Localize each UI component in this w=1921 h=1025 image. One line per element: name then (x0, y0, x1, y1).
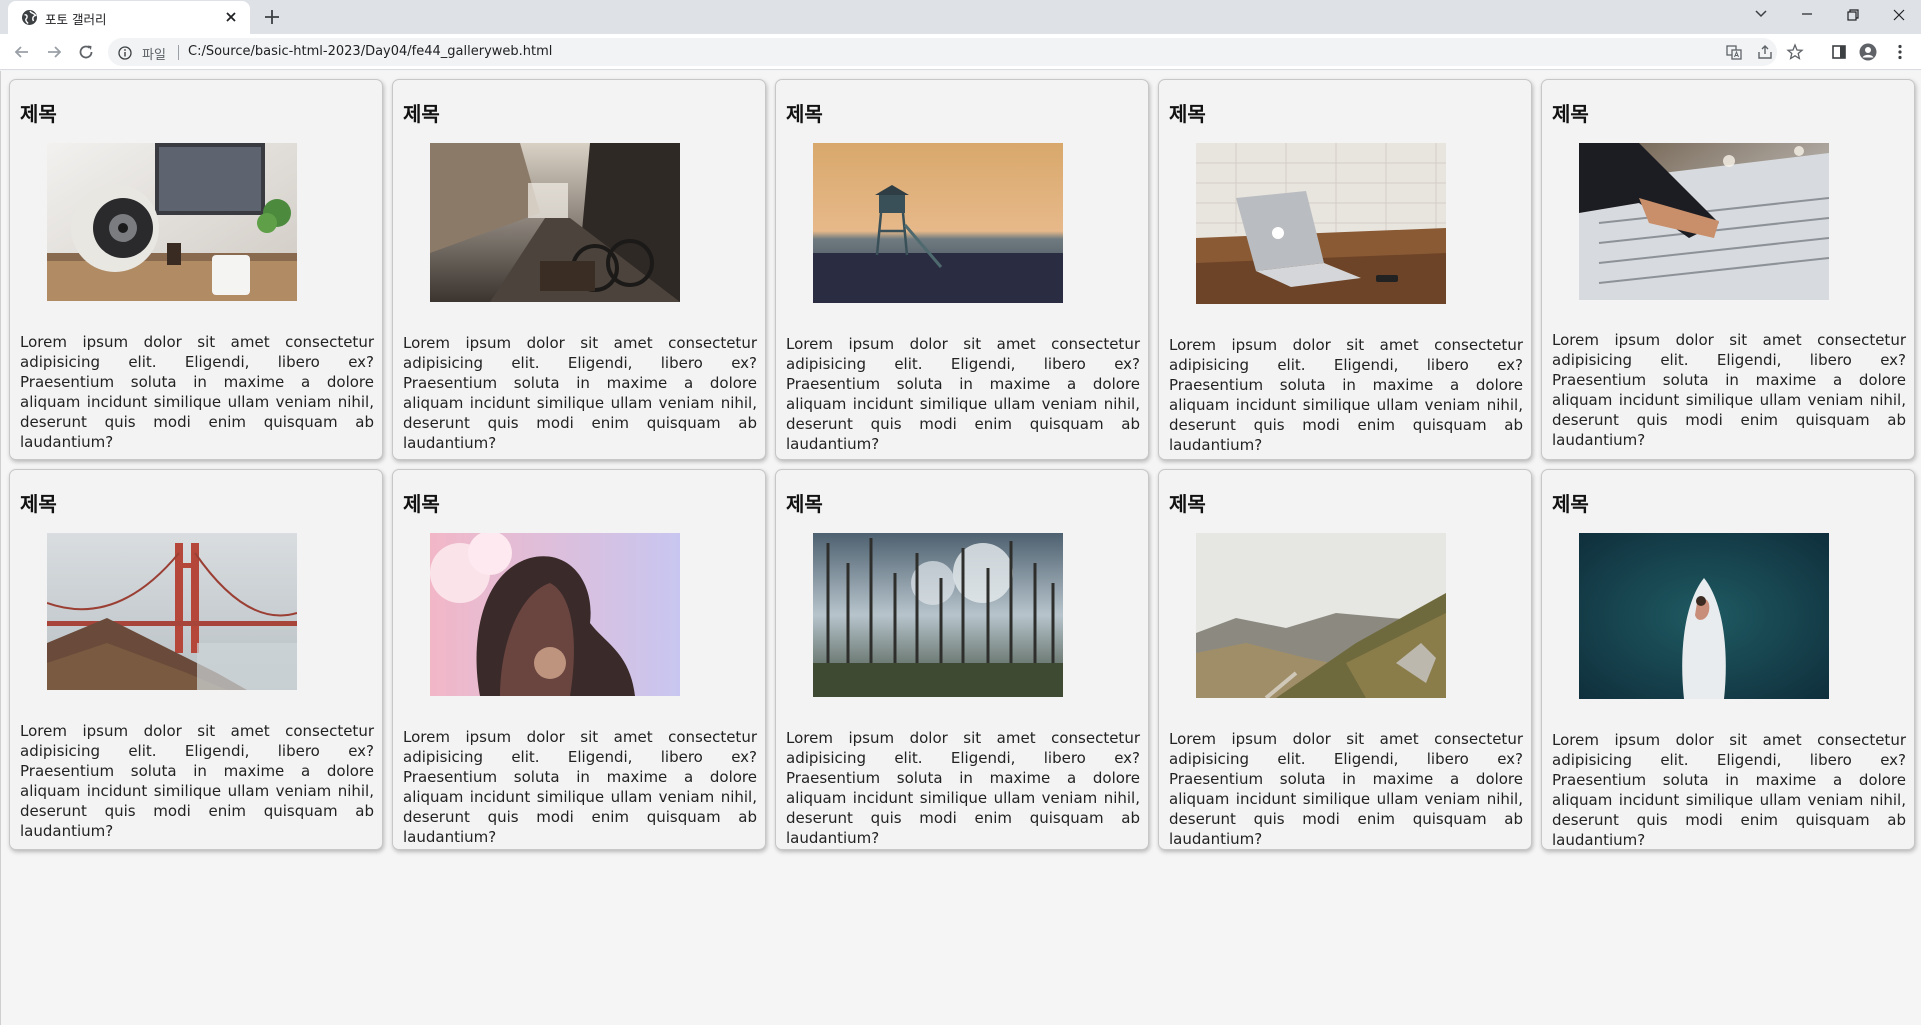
url-separator (178, 45, 179, 60)
minimize-icon[interactable] (1784, 2, 1828, 28)
card-description: Lorem ipsum dolor sit amet consectetur a… (20, 333, 374, 451)
card-description: Lorem ipsum dolor sit amet consectetur a… (1169, 336, 1523, 454)
new-tab-plus-icon[interactable] (262, 7, 282, 27)
gallery-card: 제목 Lorem ipsum dolor sit amet consectetu… (1158, 469, 1532, 850)
tab-title: 포토 갤러리 (45, 12, 107, 27)
laptop-table-photo (1196, 143, 1446, 304)
card-description: Lorem ipsum dolor sit amet consectetur a… (1552, 331, 1906, 449)
mountain-valley-photo (1196, 533, 1446, 698)
woman-sky-photo (430, 533, 680, 696)
browser-toolbar: 파일 C:/Source/basic-html-2023/Day04/fe44_… (0, 34, 1921, 70)
surfboard-ocean-photo (1579, 533, 1829, 699)
url-text[interactable]: C:/Source/basic-html-2023/Day04/fe44_gal… (188, 44, 552, 59)
close-tab-icon[interactable] (222, 8, 240, 26)
card-description: Lorem ipsum dolor sit amet consectetur a… (786, 729, 1140, 847)
card-title: 제목 (403, 492, 440, 516)
translate-icon[interactable] (1725, 43, 1743, 61)
gallery-card: 제목 Lorem ipsum dolor sit amet consectetu… (1541, 79, 1915, 460)
tab-strip: 포토 갤러리 (0, 0, 1921, 34)
lifeguard-tower-photo (813, 143, 1063, 303)
card-description: Lorem ipsum dolor sit amet consectetur a… (786, 335, 1140, 453)
golden-gate-photo (47, 533, 297, 690)
gallery-page: 제목 Lorem ipsum dolor sit amet consectetu… (0, 71, 1921, 1025)
gallery-card: 제목 Lorem ipsum dolor sit amet consectetu… (9, 79, 383, 460)
desk-speaker-photo (47, 143, 297, 301)
card-title: 제목 (1169, 102, 1206, 126)
card-title: 제목 (1552, 492, 1589, 516)
card-description: Lorem ipsum dolor sit amet consectetur a… (403, 334, 757, 452)
bookmark-star-icon[interactable] (1783, 40, 1807, 64)
card-title: 제목 (403, 102, 440, 126)
gallery-card: 제목 Lorem ipsum dolor sit amet consectetu… (9, 469, 383, 850)
tab-search-chevron-icon[interactable] (1738, 2, 1782, 28)
card-title: 제목 (1169, 492, 1206, 516)
forward-arrow-icon[interactable] (42, 40, 66, 64)
card-title: 제목 (786, 492, 823, 516)
card-description: Lorem ipsum dolor sit amet consectetur a… (1552, 731, 1906, 849)
street-bicycles-photo (430, 143, 680, 302)
gallery-card: 제목 Lorem ipsum dolor sit amet consectetu… (392, 469, 766, 850)
more-menu-icon[interactable] (1888, 40, 1912, 64)
gallery-card: 제목 Lorem ipsum dolor sit amet consectetu… (1541, 469, 1915, 850)
card-title: 제목 (1552, 102, 1589, 126)
profile-avatar-icon[interactable] (1856, 40, 1880, 64)
card-description: Lorem ipsum dolor sit amet consectetur a… (403, 728, 757, 846)
globe-icon (21, 9, 38, 26)
mixing-console-photo (1579, 143, 1829, 300)
card-title: 제목 (20, 492, 57, 516)
info-icon[interactable] (118, 45, 132, 60)
gallery-card: 제목 Lorem ipsum dolor sit amet consectetu… (1158, 79, 1532, 460)
side-panel-icon[interactable] (1827, 40, 1851, 64)
card-title: 제목 (20, 102, 57, 126)
reload-icon[interactable] (74, 40, 98, 64)
back-arrow-icon[interactable] (10, 40, 34, 64)
restore-window-icon[interactable] (1830, 2, 1874, 28)
gallery-card: 제목 Lorem ipsum dolor sit amet consectetu… (775, 469, 1149, 850)
card-description: Lorem ipsum dolor sit amet consectetur a… (20, 722, 374, 840)
close-window-icon[interactable] (1876, 2, 1920, 28)
dead-forest-photo (813, 533, 1063, 697)
address-bar[interactable]: 파일 C:/Source/basic-html-2023/Day04/fe44_… (108, 38, 1777, 66)
browser-tab[interactable]: 포토 갤러리 (8, 1, 250, 34)
gallery-card: 제목 Lorem ipsum dolor sit amet consectetu… (775, 79, 1149, 460)
share-icon[interactable] (1756, 43, 1774, 61)
card-title: 제목 (786, 102, 823, 126)
url-scheme-label: 파일 (142, 48, 166, 63)
gallery-card: 제목 Lorem ipsum dolor sit amet consectetu… (392, 79, 766, 460)
card-description: Lorem ipsum dolor sit amet consectetur a… (1169, 730, 1523, 848)
